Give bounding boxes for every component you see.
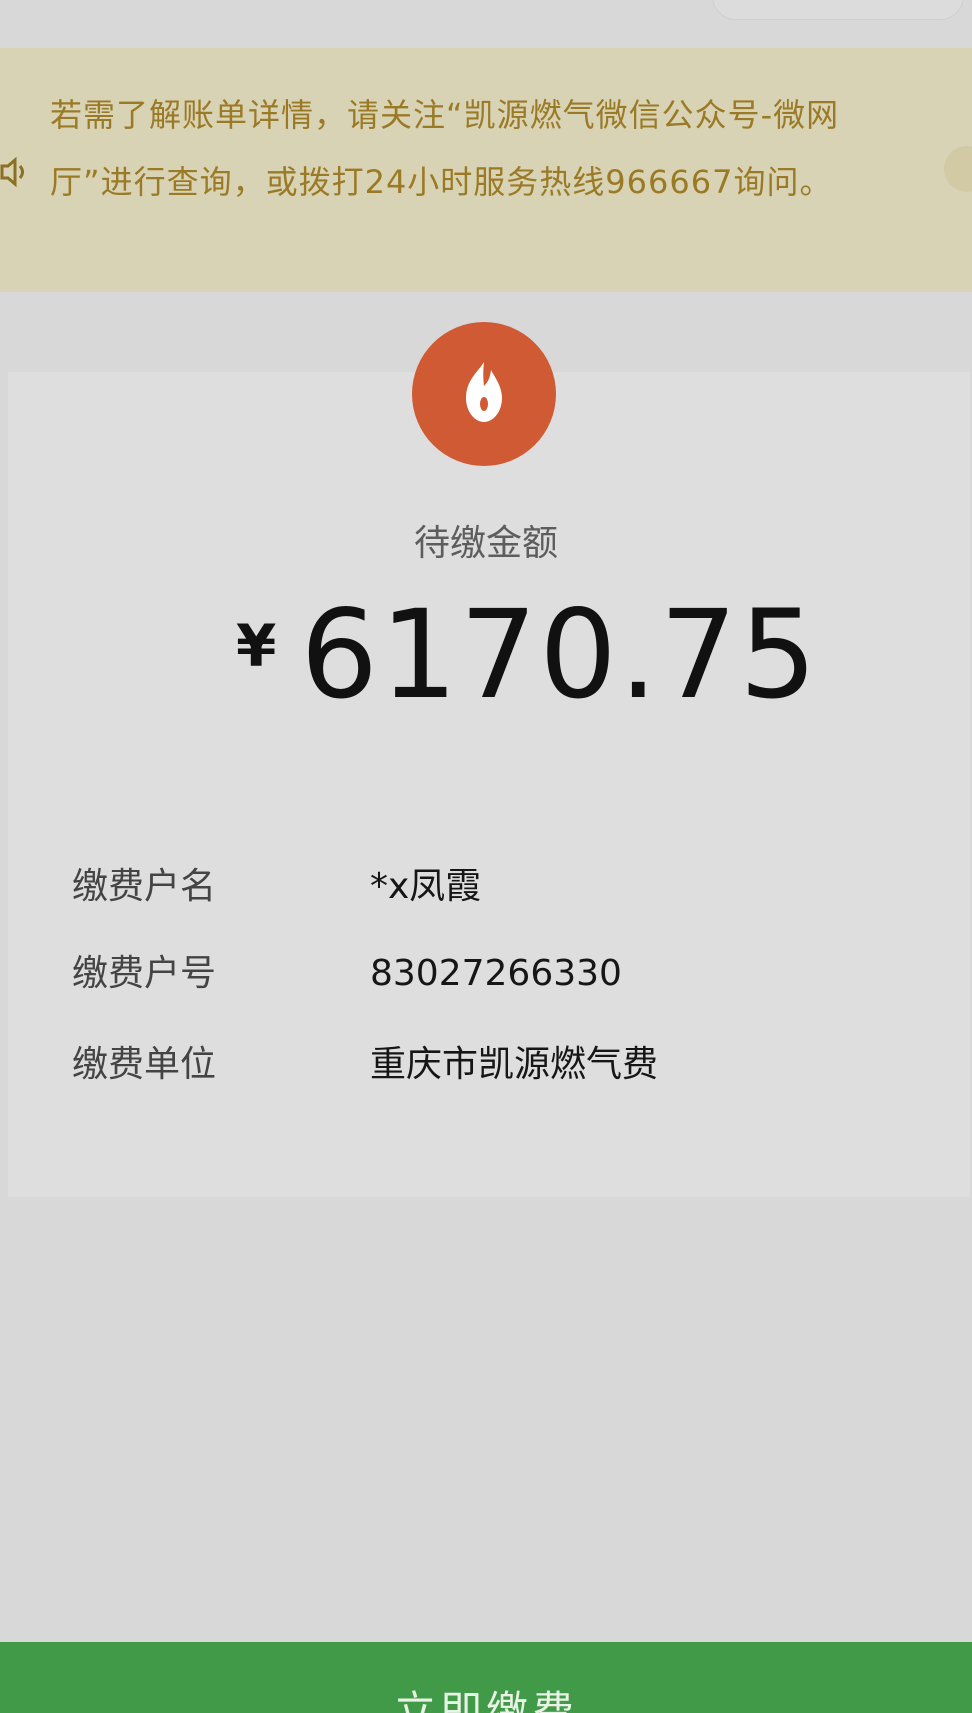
payee-value: 重庆市凯源燃气费 (370, 1044, 659, 1085)
flame-badge (412, 322, 556, 466)
payer-name-value: *x凤霞 (370, 866, 482, 907)
currency-symbol: ¥ (236, 612, 277, 680)
amount-value: 6170.75 (300, 584, 819, 726)
pay-now-label: 立即缴费 (393, 1688, 578, 1713)
payee-label: 缴费单位 (72, 1044, 217, 1085)
pay-now-button[interactable]: 立即缴费 (0, 1642, 972, 1713)
account-number-label: 缴费户号 (72, 953, 217, 994)
account-number-value: 83027266330 (370, 953, 622, 994)
card-perforated-edge (8, 1180, 970, 1196)
account-number-row: 缴费户号 83027266330 (72, 949, 932, 999)
payer-name-row: 缴费户名 *x凤霞 (72, 862, 932, 912)
payer-name-label: 缴费户名 (72, 866, 217, 907)
notice-text: 若需了解账单详情，请关注“凯源燃气微信公众号-微网厅”进行查询，或拨打24小时服… (50, 96, 840, 201)
top-capsule[interactable] (712, 0, 964, 20)
flame-icon (466, 362, 502, 422)
notice-banner: 若需了解账单详情，请关注“凯源燃气微信公众号-微网厅”进行查询，或拨打24小时服… (0, 48, 972, 292)
speaker-icon (0, 152, 32, 192)
payee-row: 缴费单位 重庆市凯源燃气费 (72, 1040, 932, 1090)
notice-action-icon[interactable] (944, 146, 972, 192)
amount-due-label: 待缴金额 (413, 523, 558, 564)
amount-due: ¥ 6170.75 (236, 590, 819, 720)
